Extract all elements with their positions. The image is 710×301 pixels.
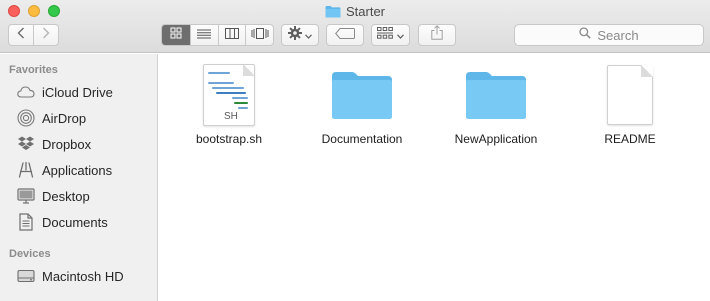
sidebar-item-label: Applications: [42, 162, 113, 178]
document-icon: [597, 62, 663, 128]
list-view-button[interactable]: [189, 25, 218, 45]
airdrop-icon: [17, 109, 35, 127]
folder-icon: [463, 62, 529, 128]
back-button[interactable]: [9, 25, 33, 45]
chevron-down-icon: [397, 26, 404, 44]
sidebar-item-label: Macintosh HD: [42, 268, 124, 284]
cloud-icon: [17, 83, 35, 101]
sidebar-item-applications[interactable]: Applications: [17, 159, 112, 181]
sidebar: Favorites iCloud Drive AirDrop Dropbox A…: [0, 54, 158, 301]
cover-flow-icon: [251, 26, 269, 44]
search-icon: [579, 26, 592, 44]
desktop-icon: [17, 187, 35, 205]
sidebar-item-macintosh-hd[interactable]: Macintosh HD: [17, 265, 124, 287]
icon-view-icon: [170, 26, 182, 44]
navigation-buttons: [8, 24, 59, 46]
arrange-grid-icon: [377, 26, 393, 44]
sidebar-header-favorites: Favorites: [9, 64, 58, 76]
file-name: bootstrap.sh: [195, 132, 263, 146]
file-name: NewApplication: [454, 132, 538, 146]
forward-button[interactable]: [33, 25, 58, 45]
document-thumbnail: [607, 65, 653, 125]
documents-icon: [17, 213, 35, 231]
chevron-right-icon: [42, 26, 50, 44]
cover-flow-button[interactable]: [245, 25, 273, 45]
column-view-icon: [224, 26, 239, 44]
gear-icon: [288, 25, 302, 45]
sidebar-item-airdrop[interactable]: AirDrop: [17, 107, 86, 129]
sidebar-item-label: Desktop: [42, 188, 90, 204]
chevron-down-icon: [305, 26, 312, 44]
folder-icon: [329, 62, 395, 128]
sidebar-item-label: Documents: [42, 214, 108, 230]
applications-icon: [17, 161, 35, 179]
dropbox-icon: [17, 135, 35, 153]
sidebar-item-documents[interactable]: Documents: [17, 211, 108, 233]
finder-window: Starter Search Favorites iCloud Drive Ai…: [0, 0, 710, 301]
window-title: Starter: [345, 3, 385, 19]
search-field[interactable]: Search: [514, 24, 704, 46]
file-name: Documentation: [321, 132, 403, 146]
sidebar-item-icloud-drive[interactable]: iCloud Drive: [17, 81, 113, 103]
file-item-newapplication[interactable]: NewApplication: [441, 62, 551, 146]
action-menu-button[interactable]: [281, 24, 319, 46]
sidebar-item-label: AirDrop: [42, 110, 87, 126]
tag-icon: [335, 26, 355, 44]
view-mode-control: [161, 24, 274, 46]
file-item-documentation[interactable]: Documentation: [307, 62, 417, 146]
arrange-button[interactable]: [371, 24, 410, 46]
file-name: README: [604, 132, 656, 146]
shell-script-icon: SH: [196, 62, 262, 128]
sidebar-item-label: Dropbox: [42, 136, 92, 152]
folder-icon: [325, 5, 341, 18]
search-placeholder: Search: [597, 27, 639, 43]
sidebar-header-devices: Devices: [9, 248, 51, 260]
file-item-bootstrap[interactable]: SH bootstrap.sh: [174, 62, 284, 146]
file-browser: SH bootstrap.sh Documentation NewApplica…: [159, 54, 710, 301]
toolbar: Starter Search: [0, 0, 710, 53]
window-title-bar: Starter: [0, 3, 710, 19]
column-view-button[interactable]: [217, 25, 246, 45]
script-document-thumbnail: SH: [203, 64, 255, 126]
file-item-readme[interactable]: README: [575, 62, 685, 146]
share-button[interactable]: [418, 24, 456, 46]
icon-view-button[interactable]: [162, 25, 190, 45]
list-view-icon: [197, 26, 212, 44]
sidebar-item-dropbox[interactable]: Dropbox: [17, 133, 91, 155]
sidebar-item-desktop[interactable]: Desktop: [17, 185, 90, 207]
chevron-left-icon: [17, 26, 25, 44]
share-icon: [431, 25, 443, 45]
edit-tags-button[interactable]: [326, 24, 364, 46]
hard-drive-icon: [17, 267, 35, 285]
sidebar-item-label: iCloud Drive: [42, 84, 113, 100]
file-type-badge: SH: [224, 111, 238, 122]
